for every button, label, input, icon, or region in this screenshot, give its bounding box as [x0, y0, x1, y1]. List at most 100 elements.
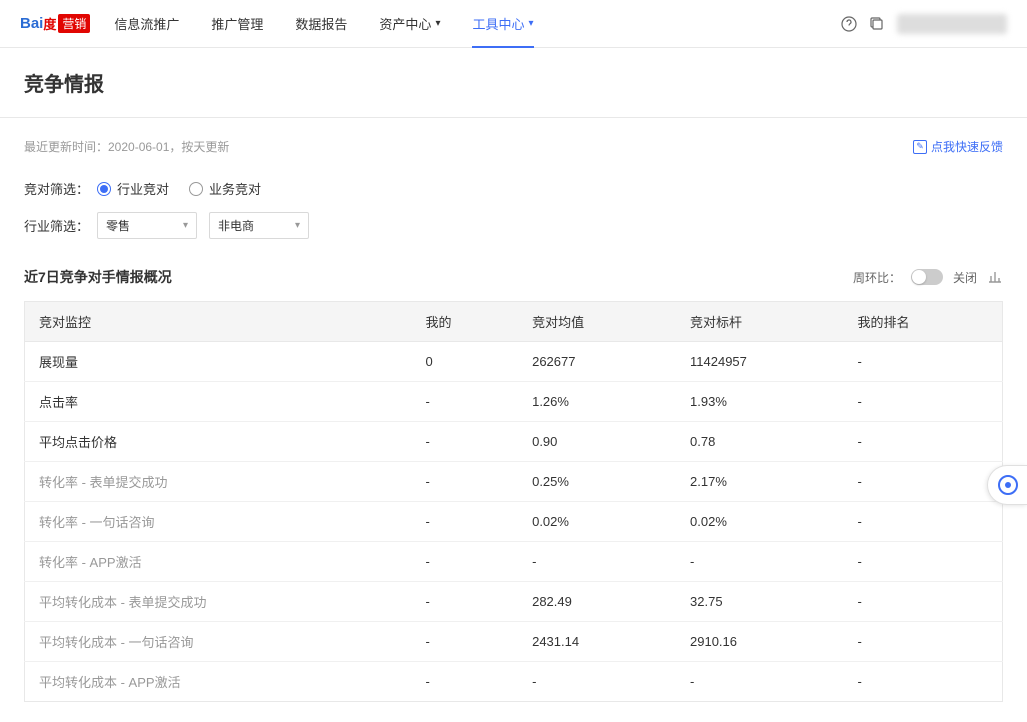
section-header: 近7日竞争对手情报概况 周环比： 关闭 [24, 267, 1003, 287]
table-row: 展现量026267711424957- [25, 342, 1003, 382]
table-cell: 转化率 - APP激活 [25, 542, 412, 582]
table-cell: 展现量 [25, 342, 412, 382]
table-cell: - [411, 462, 518, 502]
industry-select-group: 零售 ▾ 非电商 ▾ [97, 212, 309, 239]
logo-badge: 营销 [58, 14, 90, 33]
table-cell: - [844, 662, 1003, 702]
nav-label: 工具中心 [472, 14, 524, 33]
week-compare-toggle[interactable] [911, 269, 943, 285]
section-title: 近7日竞争对手情报概况 [24, 267, 172, 287]
select-value: 非电商 [218, 217, 254, 234]
table-cell: - [844, 622, 1003, 662]
compete-filter-row: 竞对筛选： 行业竞对 业务竞对 [24, 179, 1003, 198]
select-value: 零售 [106, 217, 130, 234]
compete-radio-group: 行业竞对 业务竞对 [97, 179, 261, 198]
radio-circle-icon [189, 182, 203, 196]
table-cell: 2431.14 [518, 622, 676, 662]
nav-label: 信息流推广 [114, 14, 179, 33]
table-row: 转化率 - APP激活---- [25, 542, 1003, 582]
chevron-down-icon: ▾ [183, 220, 188, 231]
copy-icon[interactable] [869, 16, 885, 32]
logo[interactable]: Bai 度 营销 [20, 14, 90, 33]
table-cell: - [411, 622, 518, 662]
bar-chart-icon[interactable] [987, 268, 1003, 287]
radio-industry-compete[interactable]: 行业竞对 [97, 179, 169, 198]
table-cell: 转化率 - 一句话咨询 [25, 502, 412, 542]
nav-item-2[interactable]: 数据报告 [279, 0, 363, 48]
table-row: 平均转化成本 - 表单提交成功-282.4932.75- [25, 582, 1003, 622]
nav-item-0[interactable]: 信息流推广 [98, 0, 195, 48]
table-cell: 0 [411, 342, 518, 382]
table-cell: 点击率 [25, 382, 412, 422]
feedback-label: 点我快速反馈 [931, 138, 1003, 155]
table-cell: - [844, 422, 1003, 462]
table-cell: 0.25% [518, 462, 676, 502]
table-cell: 11424957 [676, 342, 844, 382]
table-cell: - [411, 662, 518, 702]
table-cell: - [844, 542, 1003, 582]
table-cell: - [518, 662, 676, 702]
compete-filter-label: 竞对筛选： [24, 179, 89, 198]
table-cell: - [411, 382, 518, 422]
table-cell: 1.26% [518, 382, 676, 422]
nav-item-3[interactable]: 资产中心▾ [363, 0, 456, 48]
table-head: 竞对监控我的竞对均值竞对标杆我的排名 [25, 302, 1003, 342]
user-info-redacted [897, 14, 1007, 34]
table-body: 展现量026267711424957-点击率-1.26%1.93%-平均点击价格… [25, 342, 1003, 702]
table-cell: 2.17% [676, 462, 844, 502]
feedback-icon: ✎ [913, 140, 927, 154]
table-row: 点击率-1.26%1.93%- [25, 382, 1003, 422]
industry-filter-label: 行业筛选： [24, 216, 89, 235]
table-cell: - [676, 662, 844, 702]
table-cell: 262677 [518, 342, 676, 382]
table-header-row: 竞对监控我的竞对均值竞对标杆我的排名 [25, 302, 1003, 342]
table-cell: 0.02% [676, 502, 844, 542]
table-cell: - [844, 382, 1003, 422]
table-cell: 平均转化成本 - 表单提交成功 [25, 582, 412, 622]
divider [0, 117, 1027, 118]
table-cell: 平均转化成本 - 一句话咨询 [25, 622, 412, 662]
logo-glyph: 度 [43, 14, 56, 33]
meta-row: 最近更新时间：2020-06-01，按天更新 ✎ 点我快速反馈 [24, 138, 1003, 155]
table-cell: 0.78 [676, 422, 844, 462]
table-header-4: 我的排名 [844, 302, 1003, 342]
table-cell: 32.75 [676, 582, 844, 622]
feedback-link[interactable]: ✎ 点我快速反馈 [913, 138, 1003, 155]
table-cell: - [844, 582, 1003, 622]
nav-item-4[interactable]: 工具中心▾ [456, 0, 549, 48]
nav-item-1[interactable]: 推广管理 [195, 0, 279, 48]
table-row: 平均点击价格-0.900.78- [25, 422, 1003, 462]
table-row: 平均转化成本 - APP激活---- [25, 662, 1003, 702]
table-cell: - [676, 542, 844, 582]
table-cell: 0.90 [518, 422, 676, 462]
nav-label: 数据报告 [295, 14, 347, 33]
nav-label: 资产中心 [379, 14, 431, 33]
floating-chat-button[interactable] [987, 465, 1027, 505]
nav-label: 推广管理 [211, 14, 263, 33]
last-updated-text: 最近更新时间：2020-06-01，按天更新 [24, 138, 229, 155]
toggle-prefix-label: 周环比： [853, 269, 901, 286]
industry-filter-row: 行业筛选： 零售 ▾ 非电商 ▾ [24, 212, 1003, 239]
table-cell: - [411, 422, 518, 462]
top-header: Bai 度 营销 信息流推广 推广管理 数据报告资产中心▾工具中心▾ [0, 0, 1027, 48]
table-cell: - [844, 342, 1003, 382]
table-row: 转化率 - 表单提交成功-0.25%2.17%- [25, 462, 1003, 502]
table-cell: 平均转化成本 - APP激活 [25, 662, 412, 702]
table-cell: 282.49 [518, 582, 676, 622]
toggle-knob [912, 270, 926, 284]
table-cell: 转化率 - 表单提交成功 [25, 462, 412, 502]
table-cell: - [844, 462, 1003, 502]
industry-select-1[interactable]: 零售 ▾ [97, 212, 197, 239]
table-header-1: 我的 [411, 302, 518, 342]
help-icon[interactable] [841, 16, 857, 32]
table-row: 平均转化成本 - 一句话咨询-2431.142910.16- [25, 622, 1003, 662]
logo-part1: Bai [20, 15, 43, 32]
table-cell: 2910.16 [676, 622, 844, 662]
page-title: 竞争情报 [24, 68, 1003, 97]
page-content: 竞争情报 最近更新时间：2020-06-01，按天更新 ✎ 点我快速反馈 竞对筛… [0, 48, 1027, 722]
table-header-3: 竞对标杆 [676, 302, 844, 342]
industry-select-2[interactable]: 非电商 ▾ [209, 212, 309, 239]
radio-circle-icon [97, 182, 111, 196]
radio-business-compete[interactable]: 业务竞对 [189, 179, 261, 198]
main-nav: 信息流推广 推广管理 数据报告资产中心▾工具中心▾ [98, 0, 841, 48]
